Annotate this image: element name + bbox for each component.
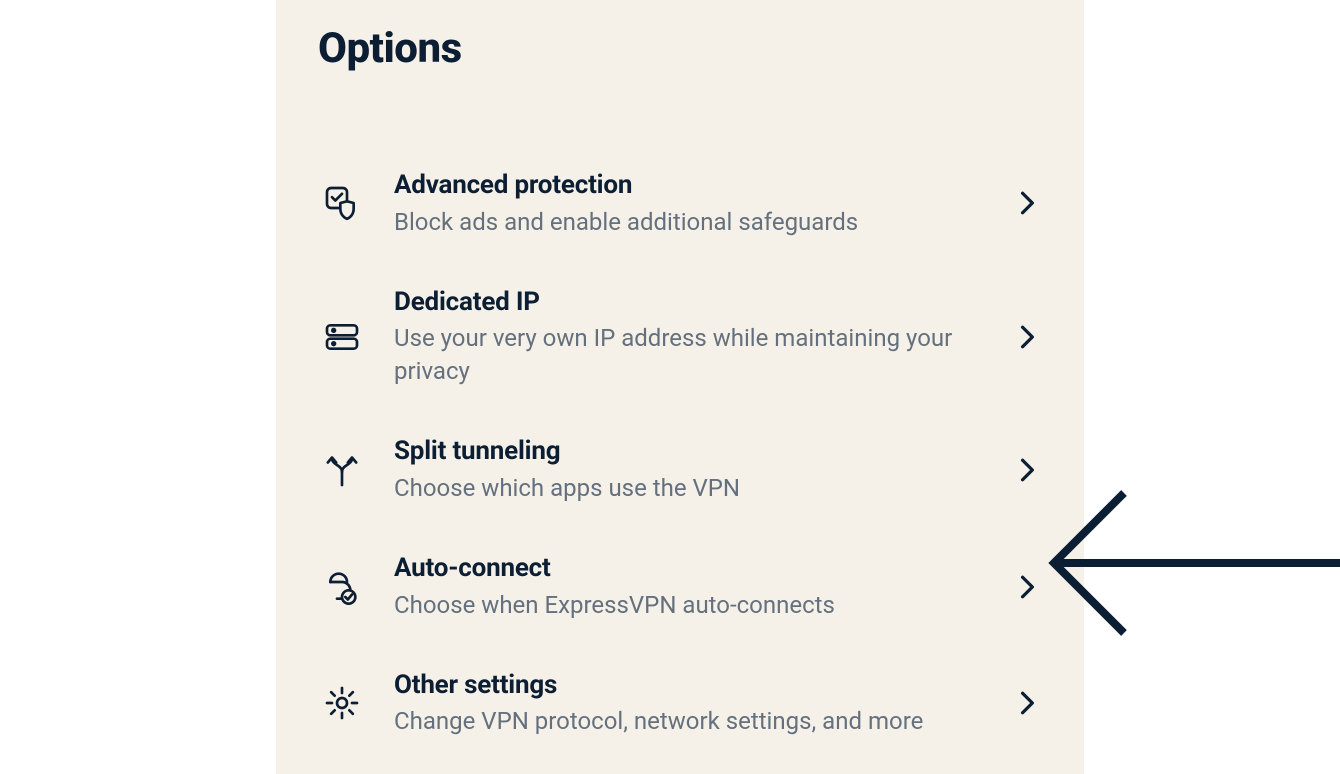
- option-title: Dedicated IP: [394, 286, 986, 319]
- option-title: Auto-connect: [394, 552, 986, 585]
- option-title: Advanced protection: [394, 169, 986, 202]
- option-subtitle: Choose when ExpressVPN auto-connects: [394, 589, 986, 621]
- option-title: Split tunneling: [394, 435, 986, 468]
- option-dedicated-ip[interactable]: Dedicated IP Use your very own IP addres…: [318, 262, 1042, 411]
- chevron-right-icon: [1014, 574, 1042, 600]
- option-body: Split tunneling Choose which apps use th…: [394, 435, 986, 504]
- split-arrows-icon: [318, 446, 366, 494]
- card-container: Options Advanced protection Block ads an…: [0, 0, 1340, 774]
- option-subtitle: Use your very own IP address while maint…: [394, 322, 986, 387]
- option-advanced-protection[interactable]: Advanced protection Block ads and enable…: [318, 145, 1042, 262]
- chevron-right-icon: [1014, 190, 1042, 216]
- option-auto-connect[interactable]: Auto-connect Choose when ExpressVPN auto…: [318, 528, 1042, 645]
- shield-check-icon: [318, 179, 366, 227]
- chevron-right-icon: [1014, 457, 1042, 483]
- option-subtitle: Choose which apps use the VPN: [394, 472, 986, 504]
- option-body: Other settings Change VPN protocol, netw…: [394, 669, 986, 738]
- server-icon: [318, 313, 366, 361]
- chevron-right-icon: [1014, 690, 1042, 716]
- option-split-tunneling[interactable]: Split tunneling Choose which apps use th…: [318, 411, 1042, 528]
- option-body: Advanced protection Block ads and enable…: [394, 169, 986, 238]
- option-body: Dedicated IP Use your very own IP addres…: [394, 286, 986, 387]
- autoconnect-icon: [318, 563, 366, 611]
- option-body: Auto-connect Choose when ExpressVPN auto…: [394, 552, 986, 621]
- option-title: Other settings: [394, 669, 986, 702]
- chevron-right-icon: [1014, 324, 1042, 350]
- page-title: Options: [318, 24, 1042, 73]
- options-panel: Options Advanced protection Block ads an…: [276, 0, 1084, 774]
- option-subtitle: Change VPN protocol, network settings, a…: [394, 705, 986, 737]
- option-other-settings[interactable]: Other settings Change VPN protocol, netw…: [318, 645, 1042, 762]
- gear-icon: [318, 679, 366, 727]
- option-subtitle: Block ads and enable additional safeguar…: [394, 206, 986, 238]
